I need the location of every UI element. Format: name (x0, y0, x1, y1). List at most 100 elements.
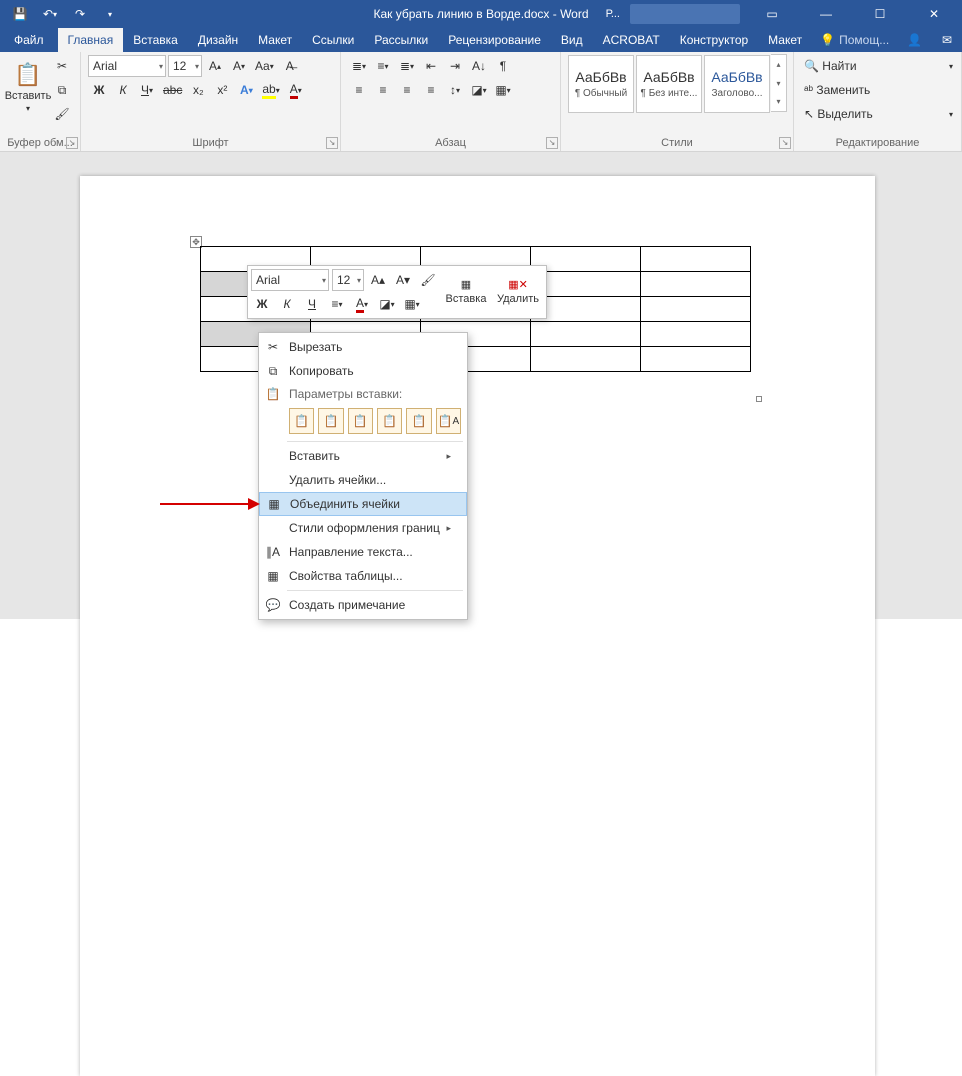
replace-button[interactable]: ᵃᵇ Заменить (801, 79, 956, 101)
font-color-button[interactable]: A▾ (285, 79, 307, 101)
mini-shrink-font[interactable]: A▾ (392, 269, 414, 291)
mini-grow-font[interactable]: A▴ (367, 269, 389, 291)
cell[interactable] (531, 297, 641, 322)
align-center-button[interactable]: ≡ (372, 79, 394, 101)
clear-format-button[interactable]: A̶ (279, 55, 301, 77)
mini-align[interactable]: ≡▾ (326, 293, 348, 315)
mini-borders[interactable]: ▦▾ (401, 293, 423, 315)
justify-button[interactable]: ≡ (420, 79, 442, 101)
paste-opt-4[interactable]: 📋 (377, 408, 402, 434)
tab-table-design[interactable]: Конструктор (670, 28, 758, 52)
shading-button[interactable]: ◪▾ (468, 79, 490, 101)
minimize-button[interactable]: ― (804, 0, 848, 28)
redo-button[interactable]: ↷ (69, 3, 91, 25)
cell[interactable] (531, 247, 641, 272)
paste-opt-2[interactable]: 📋 (318, 408, 343, 434)
mini-italic[interactable]: К (276, 293, 298, 315)
tell-me[interactable]: 💡Помощ... (820, 28, 889, 52)
help-button[interactable]: ✉ (932, 28, 962, 52)
qat-customize[interactable]: ▾ (99, 3, 121, 25)
paste-opt-5[interactable]: 📋 (406, 408, 431, 434)
borders-button[interactable]: ▦▾ (492, 79, 514, 101)
mini-shading[interactable]: ◪▾ (376, 293, 398, 315)
paragraph-launcher[interactable]: ↘ (546, 137, 558, 149)
ctx-insert[interactable]: Вставить▸ (259, 444, 467, 468)
cell[interactable] (531, 347, 641, 372)
style-heading1[interactable]: АаБбВв Заголово... (704, 55, 770, 113)
cell[interactable] (531, 322, 641, 347)
multilevel-button[interactable]: ≣▾ (396, 55, 418, 77)
style-normal[interactable]: АаБбВв ¶ Обычный (568, 55, 634, 113)
ctx-new-comment[interactable]: 💬Создать примечание (259, 593, 467, 617)
grow-font-button[interactable]: A▴ (204, 55, 226, 77)
tab-layout[interactable]: Макет (248, 28, 302, 52)
mini-font-combo[interactable]: Arial (251, 269, 329, 291)
italic-button[interactable]: К (112, 79, 134, 101)
tab-table-layout[interactable]: Макет (758, 28, 812, 52)
styles-launcher[interactable]: ↘ (779, 137, 791, 149)
strike-button[interactable]: abc (160, 79, 185, 101)
outdent-button[interactable]: ⇤ (420, 55, 442, 77)
line-spacing-button[interactable]: ↕▾ (444, 79, 466, 101)
tab-view[interactable]: Вид (551, 28, 593, 52)
close-button[interactable]: ✕ (912, 0, 956, 28)
mini-font-color[interactable]: A▾ (351, 293, 373, 315)
underline-button[interactable]: Ч▾ (136, 79, 158, 101)
document-area[interactable]: ✥ (0, 152, 962, 619)
mini-bold[interactable]: Ж (251, 293, 273, 315)
paste-opt-1[interactable]: 📋 (289, 408, 314, 434)
highlight-button[interactable]: ab▾ (259, 79, 282, 101)
undo-button[interactable]: ↶▾ (39, 3, 61, 25)
ribbon-options-button[interactable]: ▭ (750, 0, 794, 28)
select-button[interactable]: ↖ Выделить▾ (801, 103, 956, 125)
account-label[interactable]: Р... (606, 8, 620, 20)
tab-acrobat[interactable]: ACROBAT (593, 28, 670, 52)
mini-delete-button[interactable]: ▦✕ Удалить (493, 269, 543, 313)
sort-button[interactable]: A↓ (468, 55, 490, 77)
paste-opt-6[interactable]: 📋A (436, 408, 461, 434)
text-effects-button[interactable]: A▾ (235, 79, 257, 101)
align-left-button[interactable]: ≡ (348, 79, 370, 101)
ctx-delete-cells[interactable]: Удалить ячейки... (259, 468, 467, 492)
change-case-button[interactable]: Aa▾ (252, 55, 277, 77)
numbering-button[interactable]: ≡▾ (372, 55, 394, 77)
subscript-button[interactable]: x₂ (187, 79, 209, 101)
mini-insert-button[interactable]: ▦ Вставка (441, 269, 491, 313)
show-marks-button[interactable]: ¶ (492, 55, 514, 77)
font-name-combo[interactable]: Arial (88, 55, 166, 77)
bold-button[interactable]: Ж (88, 79, 110, 101)
cell[interactable] (641, 272, 751, 297)
tab-home[interactable]: Главная (58, 28, 124, 52)
find-button[interactable]: 🔍 Найти▾ (801, 55, 956, 77)
cell[interactable] (641, 347, 751, 372)
ctx-cut[interactable]: ✂Вырезать (259, 335, 467, 359)
save-button[interactable]: 💾 (9, 3, 31, 25)
bullets-button[interactable]: ≣▾ (348, 55, 370, 77)
format-painter-button[interactable]: 🖌 (51, 103, 73, 125)
tab-mailings[interactable]: Рассылки (364, 28, 438, 52)
copy-button[interactable]: ⧉ (51, 79, 73, 101)
account-box[interactable] (630, 4, 740, 24)
maximize-button[interactable]: ☐ (858, 0, 902, 28)
tab-file[interactable]: Файл (0, 28, 58, 52)
mini-size-combo[interactable]: 12 (332, 269, 364, 291)
cell[interactable] (641, 322, 751, 347)
ctx-copy[interactable]: ⧉Копировать (259, 359, 467, 383)
tab-insert[interactable]: Вставка (123, 28, 188, 52)
paste-button[interactable]: 📋 Вставить ▾ (7, 55, 49, 119)
cell[interactable] (641, 297, 751, 322)
cell[interactable] (641, 247, 751, 272)
style-nospacing[interactable]: АаБбВв ¶ Без инте... (636, 55, 702, 113)
tab-references[interactable]: Ссылки (302, 28, 364, 52)
ctx-border-styles[interactable]: Стили оформления границ▸ (259, 516, 467, 540)
cut-button[interactable]: ✂ (51, 55, 73, 77)
share-button[interactable]: 👤 (897, 28, 932, 52)
ctx-table-properties[interactable]: ▦Свойства таблицы... (259, 564, 467, 588)
tab-design[interactable]: Дизайн (188, 28, 248, 52)
font-launcher[interactable]: ↘ (326, 137, 338, 149)
table-resize-handle[interactable] (756, 396, 762, 402)
align-right-button[interactable]: ≡ (396, 79, 418, 101)
cell[interactable] (531, 272, 641, 297)
tab-review[interactable]: Рецензирование (438, 28, 551, 52)
clipboard-launcher[interactable]: ↘ (66, 137, 78, 149)
